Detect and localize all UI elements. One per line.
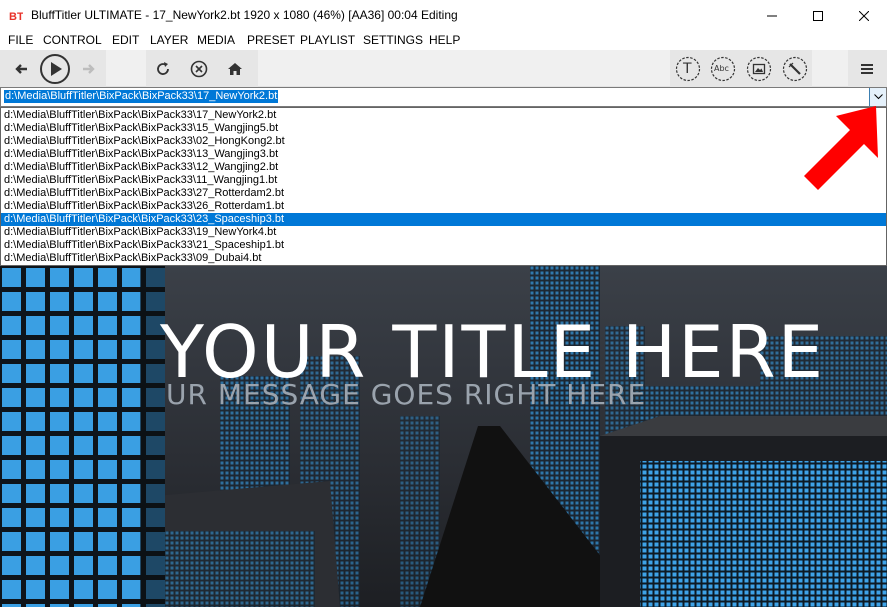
home-icon <box>228 63 242 75</box>
abc-layer-label: Abc <box>714 64 729 73</box>
menu-edit[interactable]: EDIT <box>112 33 139 47</box>
close-button[interactable] <box>841 0 887 31</box>
title-bar: BT BluffTitler ULTIMATE - 17_NewYork2.bt… <box>0 0 887 31</box>
menu-layer[interactable]: LAYER <box>150 33 188 47</box>
dropdown-item[interactable]: d:\Media\BluffTitler\BixPack\BixPack33\1… <box>1 122 886 135</box>
menu-file[interactable]: FILE <box>8 33 33 47</box>
preview-viewport[interactable]: YOUR TITLE HERE UR MESSAGE GOES RIGHT HE… <box>0 266 887 607</box>
add-picture-layer-button[interactable] <box>746 56 772 82</box>
refresh-icon <box>157 62 169 75</box>
menu-bar: FILE CONTROL EDIT LAYER MEDIA PRESET PLA… <box>0 31 887 50</box>
add-effect-layer-button[interactable] <box>782 56 808 82</box>
minimize-icon <box>767 15 777 16</box>
dropdown-item[interactable]: d:\Media\BluffTitler\BixPack\BixPack33\1… <box>1 174 886 187</box>
menu-preset[interactable]: PRESET <box>247 33 295 47</box>
back-arrow-icon <box>15 64 27 74</box>
refresh-button[interactable] <box>152 58 174 80</box>
text-layer-label: T <box>683 61 692 77</box>
menu-help[interactable]: HELP <box>429 33 460 47</box>
dropdown-item[interactable]: d:\Media\BluffTitler\BixPack\BixPack33\1… <box>1 148 886 161</box>
maximize-icon <box>813 10 823 21</box>
dropdown-item[interactable]: d:\Media\BluffTitler\BixPack\BixPack33\1… <box>1 226 886 239</box>
dropdown-item-selected[interactable]: d:\Media\BluffTitler\BixPack\BixPack33\2… <box>1 213 886 226</box>
menu-settings[interactable]: SETTINGS <box>363 33 423 47</box>
annotation-arrow-icon <box>804 106 878 190</box>
dropdown-item[interactable]: d:\Media\BluffTitler\BixPack\BixPack33\1… <box>1 161 886 174</box>
home-button[interactable] <box>224 58 246 80</box>
menu-media[interactable]: MEDIA <box>197 33 235 47</box>
dropdown-item[interactable]: d:\Media\BluffTitler\BixPack\BixPack33\0… <box>1 135 886 148</box>
dropdown-item[interactable]: d:\Media\BluffTitler\BixPack\BixPack33\1… <box>1 109 886 122</box>
window-title: BluffTitler ULTIMATE - 17_NewYork2.bt 19… <box>31 8 458 22</box>
combo-selected-value[interactable]: d:\Media\BluffTitler\BixPack\BixPack33\1… <box>4 90 279 103</box>
preview-subtitle-text: UR MESSAGE GOES RIGHT HERE <box>166 378 647 411</box>
toolbar: T Abc <box>0 50 887 87</box>
svg-text:BT: BT <box>9 11 23 23</box>
menu-control[interactable]: CONTROL <box>43 33 102 47</box>
add-abc-layer-button[interactable]: Abc <box>710 56 736 82</box>
forward-button[interactable] <box>78 58 100 80</box>
effect-layer-icon <box>782 56 808 82</box>
show-file-combo[interactable]: d:\Media\BluffTitler\BixPack\BixPack33\1… <box>0 87 887 107</box>
combo-dropdown-list: d:\Media\BluffTitler\BixPack\BixPack33\1… <box>0 107 887 266</box>
hamburger-menu-icon <box>861 64 873 74</box>
dropdown-item[interactable]: d:\Media\BluffTitler\BixPack\BixPack33\2… <box>1 239 886 252</box>
play-button[interactable] <box>38 52 71 85</box>
minimize-button[interactable] <box>749 0 795 31</box>
maximize-button[interactable] <box>795 0 841 31</box>
picture-layer-icon <box>746 56 772 82</box>
back-button[interactable] <box>10 58 32 80</box>
dropdown-item[interactable]: d:\Media\BluffTitler\BixPack\BixPack33\2… <box>1 200 886 213</box>
close-icon <box>859 10 869 21</box>
app-logo-icon: BT <box>9 9 23 23</box>
hamburger-menu-button[interactable] <box>856 58 878 80</box>
stop-button[interactable] <box>188 58 210 80</box>
add-text-layer-button[interactable]: T <box>675 56 701 82</box>
stop-icon <box>190 60 208 78</box>
play-icon <box>39 53 70 84</box>
menu-playlist[interactable]: PLAYLIST <box>300 33 355 47</box>
dropdown-item[interactable]: d:\Media\BluffTitler\BixPack\BixPack33\0… <box>1 252 886 265</box>
dropdown-item[interactable]: d:\Media\BluffTitler\BixPack\BixPack33\2… <box>1 187 886 200</box>
forward-arrow-icon <box>83 64 95 74</box>
